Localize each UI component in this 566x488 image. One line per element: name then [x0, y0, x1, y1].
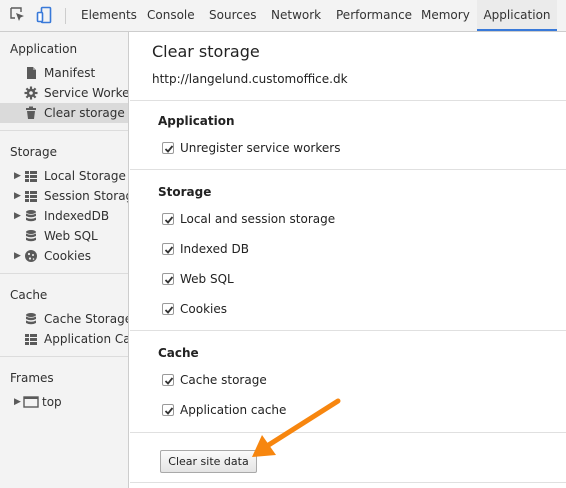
database-icon	[24, 209, 38, 223]
origin-url: http://langelund.customoffice.dk	[152, 72, 348, 86]
sidebar-header-cache: Cache	[10, 288, 48, 302]
tab-elements[interactable]: Elements	[81, 0, 137, 31]
option-label: Unregister service workers	[180, 141, 341, 155]
option-label: Application cache	[180, 403, 287, 417]
sidebar-item-label: Cookies	[44, 249, 91, 263]
section-title-storage: Storage	[158, 185, 212, 199]
tab-application[interactable]: Application	[477, 0, 557, 31]
device-mode-icon[interactable]	[36, 6, 54, 24]
sidebar-item-label: Clear storage	[44, 106, 125, 120]
tab-console[interactable]: Console	[147, 0, 195, 31]
checkbox[interactable]	[162, 243, 174, 255]
cookie-icon	[24, 249, 38, 263]
sidebar-item-manifest[interactable]: Manifest	[0, 63, 128, 83]
grid-icon	[24, 169, 38, 183]
tab-performance[interactable]: Performance	[336, 0, 412, 31]
grid-icon	[24, 189, 38, 203]
sidebar-header-frames: Frames	[10, 371, 54, 385]
checkbox[interactable]	[162, 213, 174, 225]
sidebar-item-label: Service Workers	[44, 86, 129, 100]
option-label: Indexed DB	[180, 242, 249, 256]
checkbox[interactable]	[162, 374, 174, 386]
option-label: Web SQL	[180, 272, 234, 286]
expand-arrow-icon[interactable]: ▶	[14, 166, 21, 186]
tab-memory[interactable]: Memory	[421, 0, 470, 31]
toolbar-divider	[65, 8, 66, 24]
section-divider	[130, 330, 566, 331]
sidebar-divider	[0, 273, 128, 274]
sidebar-item-cache-storage[interactable]: Cache Storage	[0, 309, 129, 329]
clear-site-data-button[interactable]: Clear site data	[160, 450, 257, 473]
sidebar-item-label: Web SQL	[44, 229, 98, 243]
expand-arrow-icon[interactable]: ▶	[14, 206, 21, 226]
sidebar-item-indexeddb[interactable]: ▶ IndexedDB	[0, 206, 128, 226]
sidebar-item-session-storage[interactable]: ▶ Session Storage	[0, 186, 128, 206]
sidebar-item-label: IndexedDB	[44, 209, 110, 223]
devtools-tab-bar: Elements Console Sources Network Perform…	[0, 0, 566, 32]
section-title-cache: Cache	[158, 346, 199, 360]
sidebar-item-label: Cache Storage	[44, 312, 129, 326]
section-divider	[130, 169, 566, 170]
sidebar-item-web-sql[interactable]: Web SQL	[0, 226, 128, 246]
clear-storage-panel: Clear storage http://langelund.customoff…	[130, 32, 566, 488]
sidebar-item-label: Application Cache	[44, 332, 128, 346]
expand-arrow-icon[interactable]: ▶	[14, 246, 21, 266]
document-icon	[24, 66, 38, 80]
section-divider	[130, 100, 566, 101]
sidebar-divider	[0, 130, 128, 131]
expand-arrow-icon[interactable]: ▶	[14, 186, 21, 206]
tab-sources[interactable]: Sources	[209, 0, 256, 31]
sidebar-item-cookies[interactable]: ▶ Cookies	[0, 246, 128, 266]
checkbox[interactable]	[162, 303, 174, 315]
frame-icon	[23, 395, 39, 409]
database-icon	[24, 229, 38, 243]
trash-icon	[24, 106, 38, 120]
section-divider	[130, 432, 566, 433]
gear-icon	[24, 86, 38, 100]
option-label: Cookies	[180, 302, 227, 316]
sidebar-item-service-workers[interactable]: Service Workers	[0, 83, 129, 103]
sidebar-header-storage: Storage	[10, 145, 57, 159]
section-divider	[130, 482, 566, 483]
database-icon	[24, 312, 38, 326]
sidebar-item-local-storage[interactable]: ▶ Local Storage	[0, 166, 128, 186]
sidebar-item-clear-storage[interactable]: Clear storage	[0, 103, 128, 123]
sidebar-item-label: Session Storage	[44, 189, 128, 203]
option-label: Local and session storage	[180, 212, 336, 226]
checkbox[interactable]	[162, 142, 174, 154]
sidebar-item-label: Manifest	[44, 66, 96, 80]
checkbox[interactable]	[162, 404, 174, 416]
sidebar-item-label: Local Storage	[44, 169, 126, 183]
page-title: Clear storage	[152, 42, 260, 61]
expand-arrow-icon[interactable]: ▶	[14, 392, 21, 412]
sidebar-item-frame-top[interactable]: ▶ top	[0, 392, 128, 412]
section-title-application: Application	[158, 114, 235, 128]
grid-icon	[24, 332, 38, 346]
sidebar-header-application: Application	[10, 42, 78, 56]
cursor-select-icon[interactable]	[9, 6, 27, 24]
sidebar-item-application-cache[interactable]: Application Cache	[0, 329, 128, 349]
tab-network[interactable]: Network	[271, 0, 321, 31]
option-label: Cache storage	[180, 373, 267, 387]
sidebar: Application Manifest Service Workers Cle…	[0, 32, 129, 488]
checkbox[interactable]	[162, 273, 174, 285]
sidebar-divider	[0, 356, 128, 357]
sidebar-item-label: top	[42, 395, 62, 409]
